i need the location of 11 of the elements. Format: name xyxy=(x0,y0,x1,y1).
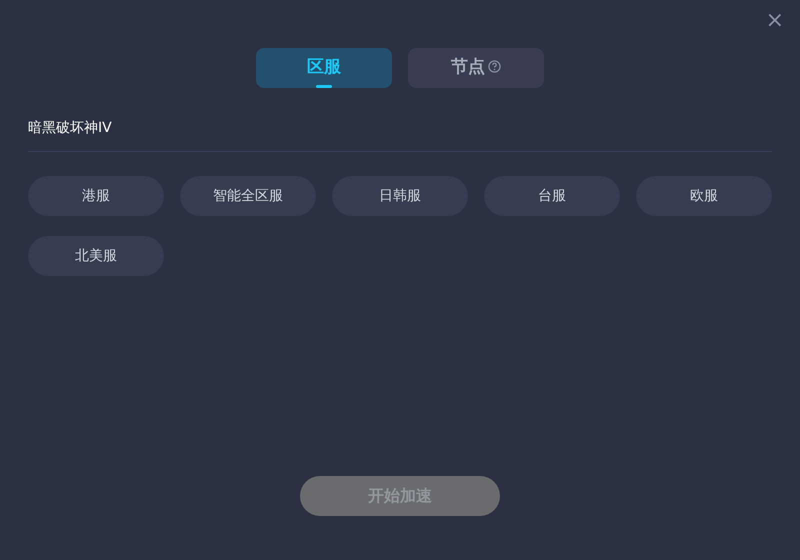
server-button[interactable]: 智能全区服 xyxy=(180,176,316,216)
tab[interactable]: 区服 xyxy=(256,48,392,88)
server-button[interactable]: 北美服 xyxy=(28,236,164,276)
server-button[interactable]: 港服 xyxy=(28,176,164,216)
close-button[interactable]: × xyxy=(762,8,788,34)
game-title: 暗黑破坏神IV xyxy=(28,118,772,152)
help-icon[interactable] xyxy=(488,60,501,74)
tab[interactable]: 节点 xyxy=(408,48,544,88)
server-button[interactable]: 台服 xyxy=(484,176,620,216)
server-button[interactable]: 欧服 xyxy=(636,176,772,216)
server-button[interactable]: 日韩服 xyxy=(332,176,468,216)
